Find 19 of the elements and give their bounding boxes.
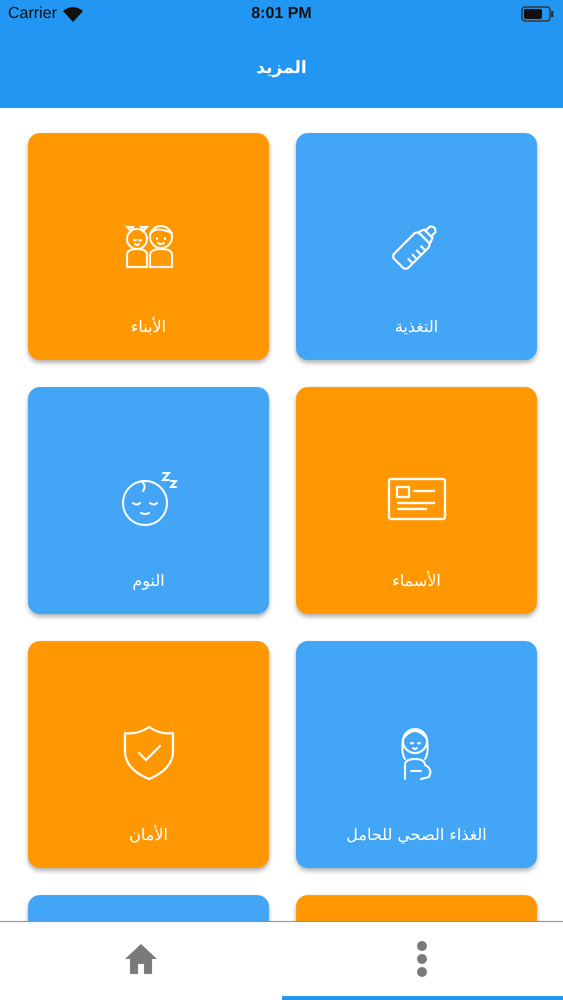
carrier-name: Carrier [8,5,57,23]
battery-icon [520,6,555,22]
sleeping-baby-icon [122,472,178,526]
baby-bottle-icon [390,225,436,272]
category-tile[interactable]: الأسماء [296,387,537,614]
shield-check-icon [123,726,174,780]
category-tile[interactable]: النوم [28,387,269,614]
category-tile[interactable]: الغذاء الصحي للحامل [296,641,537,868]
page-title: المزيد [256,58,307,78]
category-tile[interactable]: الأمان [28,641,269,868]
home-icon [124,943,158,975]
more-icon [415,940,430,978]
wifi-icon [62,6,83,22]
status-time: 8:01 PM [250,5,313,23]
category-tile[interactable]: الأبناء [28,133,269,360]
category-tile[interactable]: التغذية [296,133,537,360]
children-icon [124,225,172,268]
id-card-icon [387,478,446,520]
pregnant-woman-icon [400,728,431,780]
